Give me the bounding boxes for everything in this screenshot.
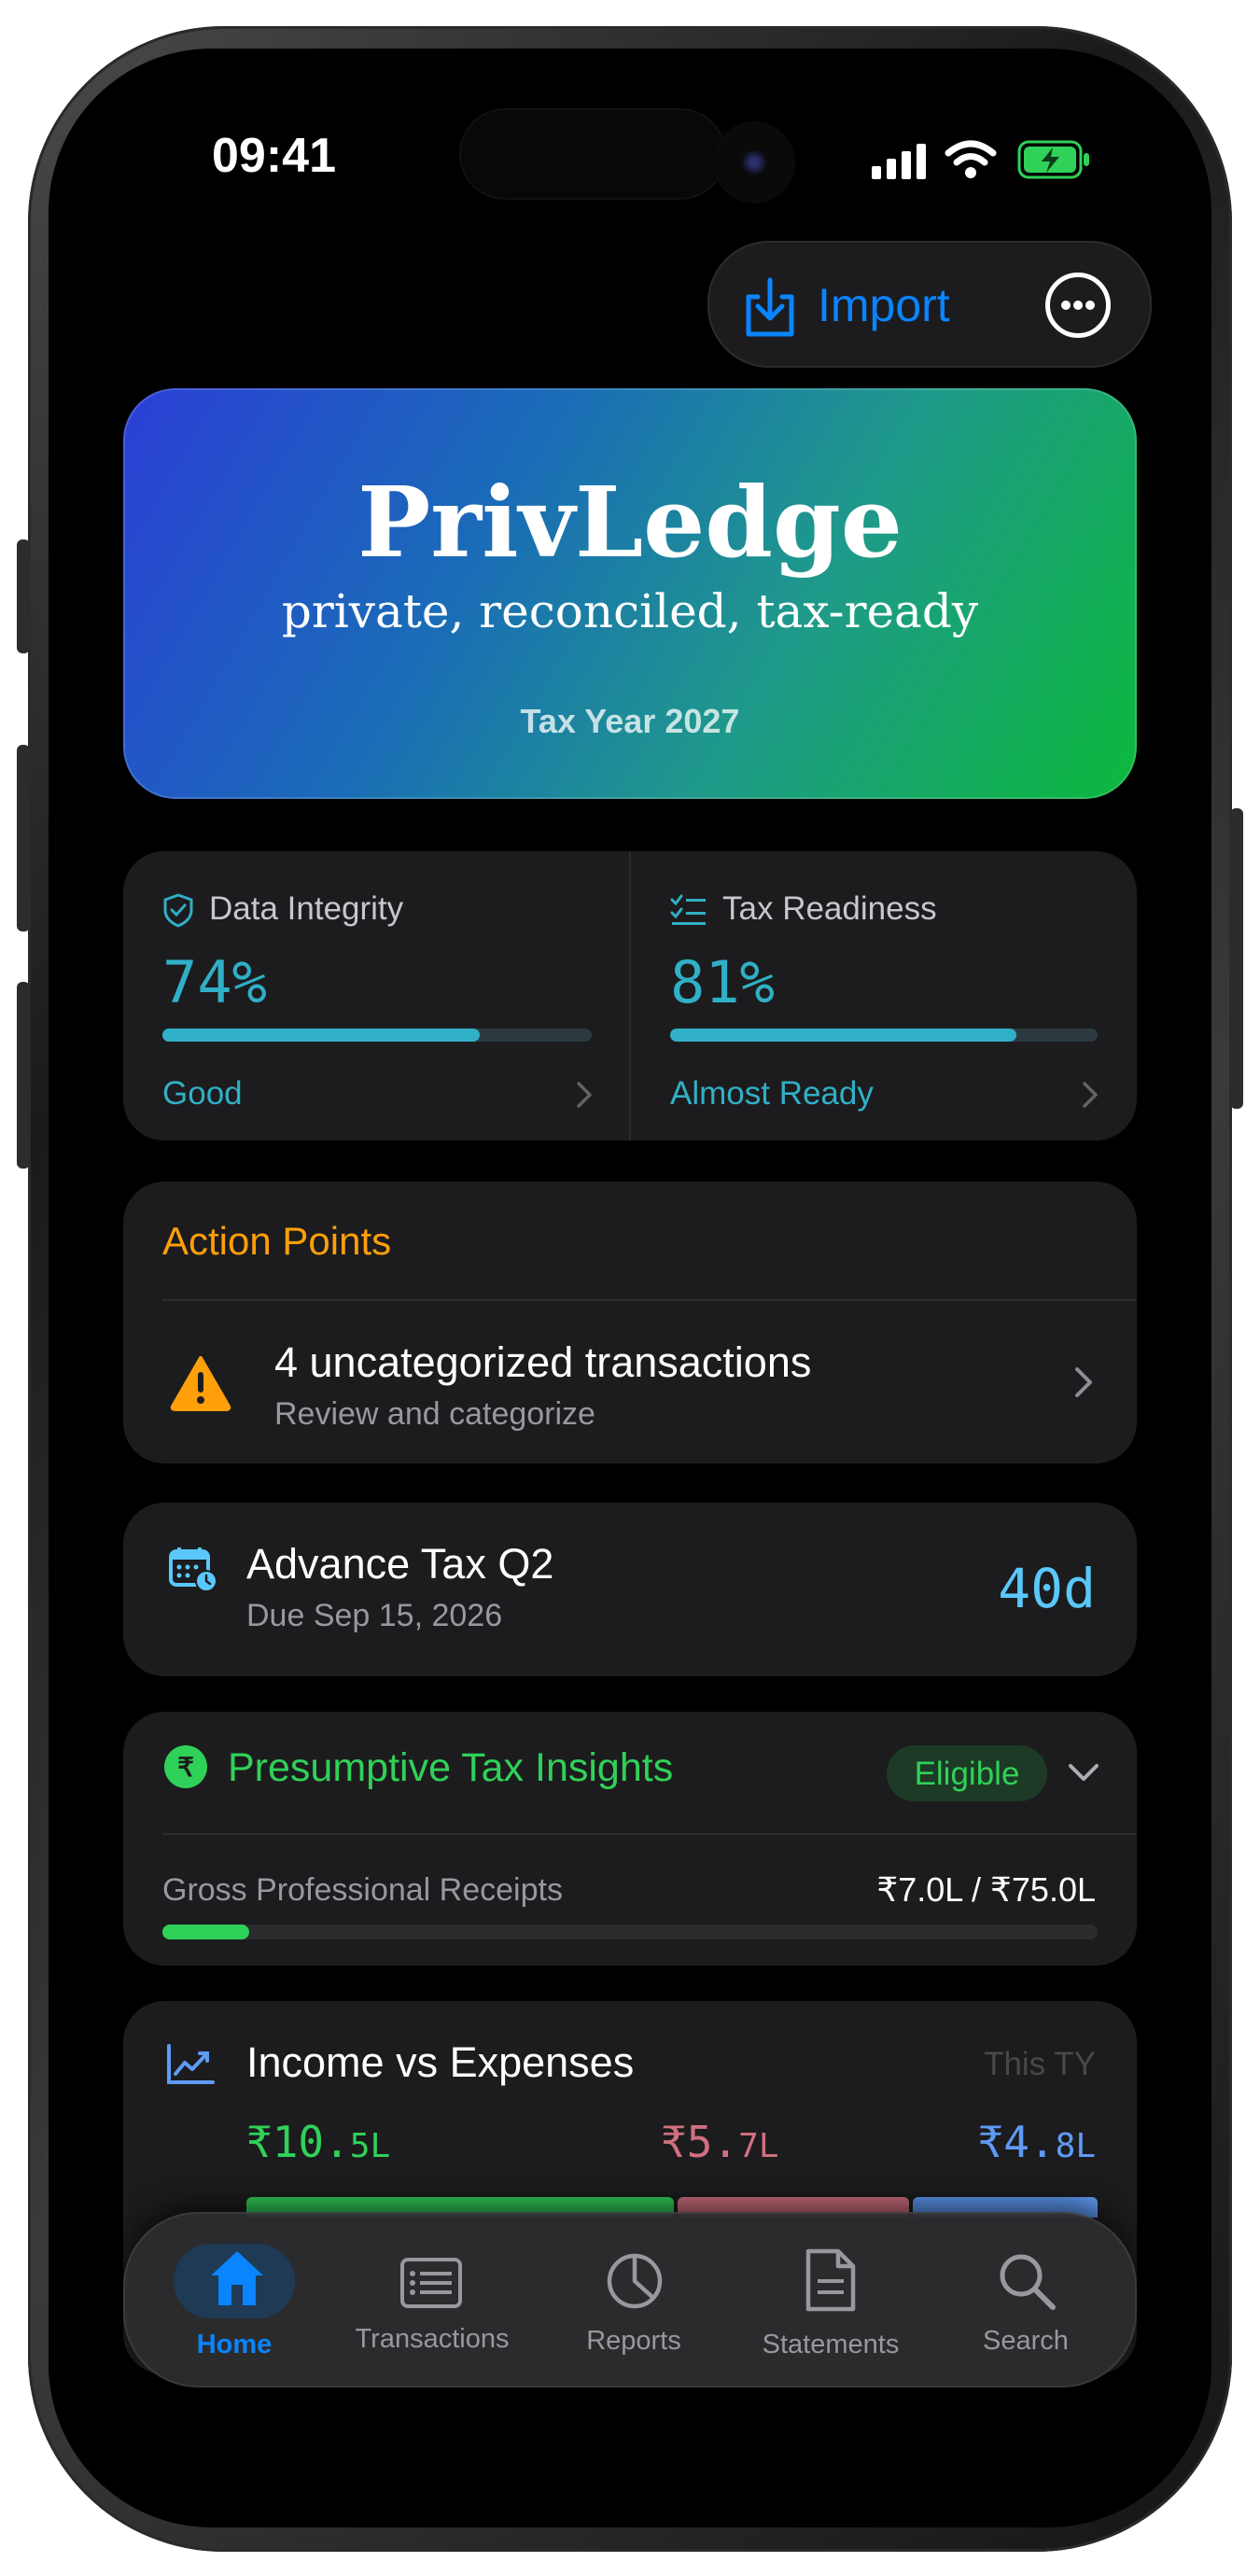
expenses-value: ₹5.7L: [661, 2117, 779, 2167]
action-button: [17, 539, 30, 653]
pie-chart-icon: [605, 2251, 665, 2316]
tax-readiness-label: Tax Readiness: [722, 890, 937, 927]
gross-receipts-label: Gross Professional Receipts: [162, 1872, 563, 1908]
tab-statements-label: Statements: [762, 2330, 900, 2359]
list-icon: [399, 2257, 463, 2314]
tab-search-label: Search: [983, 2326, 1069, 2356]
advance-tax-due-date: Due Sep 15, 2026: [246, 1598, 503, 1633]
advance-tax-card[interactable]: Advance Tax Q2 Due Sep 15, 2026 40d: [123, 1503, 1137, 1676]
data-integrity-bar: [162, 1029, 592, 1042]
warning-icon: [170, 1355, 231, 1416]
net-value: ₹4.8L: [977, 2117, 1096, 2167]
camera-cutout: [713, 121, 795, 203]
eligible-badge: Eligible: [887, 1745, 1047, 1801]
income-vs-expenses-title: Income vs Expenses: [246, 2038, 635, 2086]
chevron-right-icon: [1073, 1366, 1094, 1403]
battery-charging-icon: [1017, 140, 1092, 184]
scores-card: Data Integrity 74% Good Tax Readiness 81…: [123, 851, 1137, 1141]
import-button[interactable]: Import: [818, 278, 950, 332]
tab-reports-label: Reports: [586, 2326, 681, 2356]
house-icon: [207, 2247, 267, 2316]
import-icon: [741, 276, 799, 344]
gross-receipts-value: ₹7.0L / ₹75.0L: [876, 1870, 1096, 1909]
shield-check-icon: [162, 892, 194, 932]
wifi-icon: [945, 138, 997, 184]
dynamic-island: [459, 108, 726, 200]
hero-card: PrivLedge private, reconciled, tax-ready…: [123, 388, 1137, 799]
data-integrity-bar-fill: [162, 1029, 481, 1042]
data-integrity-value: 74%: [162, 948, 267, 1016]
tab-bar: Home Transactions Reports Statements Sea…: [123, 2212, 1137, 2387]
gross-receipts-bar-fill: [162, 1925, 250, 1939]
tab-statements[interactable]: Statements: [735, 2225, 926, 2376]
income-value: ₹10.5L: [246, 2117, 391, 2167]
data-integrity-label: Data Integrity: [209, 890, 404, 927]
data-integrity-panel[interactable]: Data Integrity 74% Good: [123, 851, 629, 1141]
period-label: This TY: [984, 2046, 1096, 2082]
screen: 09:41 Import PrivLedge private, reconcil…: [49, 49, 1211, 2527]
tab-home-label: Home: [196, 2330, 273, 2359]
power-button: [1230, 808, 1243, 1109]
tax-readiness-value: 81%: [670, 948, 775, 1016]
uncategorized-transactions-row[interactable]: 4 uncategorized transactions Review and …: [123, 1301, 1137, 1463]
tax-year-label: Tax Year 2027: [520, 702, 740, 740]
tax-readiness-bar: [670, 1029, 1098, 1042]
data-integrity-status: Good: [162, 1075, 243, 1112]
action-points-title: Action Points: [162, 1219, 392, 1263]
more-options-button[interactable]: [1045, 273, 1111, 338]
tab-search[interactable]: Search: [943, 2225, 1109, 2376]
presumptive-tax-card: ₹ Presumptive Tax Insights Eligible Gros…: [123, 1712, 1137, 1966]
volume-up-button: [17, 745, 30, 931]
tab-home[interactable]: Home: [151, 2225, 317, 2376]
chevron-down-button[interactable]: [1068, 1762, 1099, 1787]
tab-reports[interactable]: Reports: [551, 2225, 717, 2376]
chevron-right-icon: [1081, 1081, 1099, 1113]
header-toolbar: Import: [707, 241, 1152, 368]
app-title: PrivLedge: [357, 465, 903, 580]
tax-readiness-panel[interactable]: Tax Readiness 81% Almost Ready: [631, 851, 1137, 1141]
app-tagline: private, reconciled, tax-ready: [281, 584, 979, 638]
status-time: 09:41: [212, 129, 336, 183]
tax-readiness-bar-fill: [670, 1029, 1016, 1042]
divider: [162, 1833, 1137, 1835]
tax-readiness-status: Almost Ready: [670, 1075, 874, 1112]
signal-icon: [872, 142, 930, 184]
volume-down-button: [17, 982, 30, 1169]
action-item-subtitle: Review and categorize: [274, 1396, 595, 1432]
tab-transactions[interactable]: Transactions: [334, 2225, 530, 2376]
advance-tax-title: Advance Tax Q2: [246, 1540, 554, 1588]
advance-tax-countdown: 40d: [998, 1557, 1096, 1620]
presumptive-tax-title: Presumptive Tax Insights: [228, 1745, 674, 1790]
calendar-clock-icon: [168, 1546, 218, 1597]
trend-chart-icon: [166, 2044, 215, 2090]
tab-transactions-label: Transactions: [355, 2324, 510, 2354]
document-icon: [805, 2247, 857, 2317]
search-icon: [997, 2251, 1057, 2316]
checklist-icon: [670, 894, 707, 931]
gross-receipts-bar: [162, 1925, 1098, 1939]
rupee-icon: ₹: [164, 1745, 207, 1788]
action-item-title: 4 uncategorized transactions: [274, 1338, 812, 1386]
chevron-right-icon: [575, 1081, 594, 1113]
action-points-card: Action Points 4 uncategorized transactio…: [123, 1182, 1137, 1463]
